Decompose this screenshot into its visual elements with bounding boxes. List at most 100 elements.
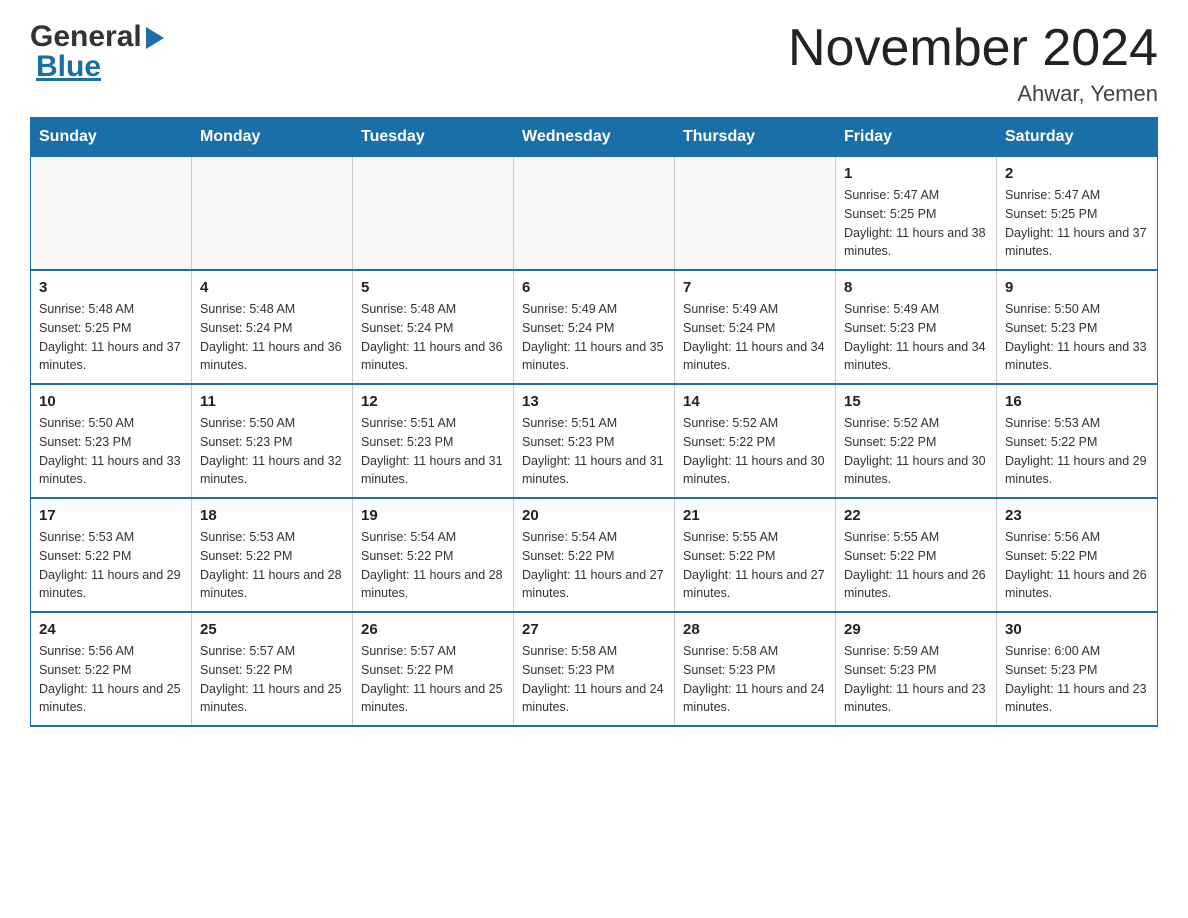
- day-info: Sunrise: 5:51 AM Sunset: 5:23 PM Dayligh…: [361, 414, 505, 489]
- calendar-cell: 6Sunrise: 5:49 AM Sunset: 5:24 PM Daylig…: [514, 270, 675, 384]
- day-number: 13: [522, 393, 666, 410]
- day-number: 21: [683, 507, 827, 524]
- calendar-week-row: 24 Sunrise: 5:56 AM Sunset: 5:22 PM Dayli…: [31, 612, 1158, 726]
- day-number: 8: [844, 279, 988, 296]
- day-info: Sunrise: 5:48 AM Sunset: 5:24 PM Dayligh…: [361, 300, 505, 375]
- day-info: Sunrise: 5:52 AM Sunset: 5:22 PM Dayligh…: [683, 414, 827, 489]
- day-number: 18: [200, 507, 344, 524]
- day-number: 29: [844, 621, 988, 638]
- calendar-cell: 29 Sunrise: 5:59 AM Sunset: 5:23 PM Dayli…: [836, 612, 997, 726]
- calendar-cell: [675, 157, 836, 271]
- day-number: 11: [200, 393, 344, 410]
- day-number: 23: [1005, 507, 1149, 524]
- day-info: Sunrise: 5:50 AM Sunset: 5:23 PM Dayligh…: [1005, 300, 1149, 375]
- day-info: Sunrise: 5:58 AM Sunset: 5:23 PM Dayligh…: [683, 642, 827, 717]
- calendar-week-row: 1 Sunrise: 5:47 AM Sunset: 5:25 PM Daylig…: [31, 157, 1158, 271]
- calendar-cell: 22 Sunrise: 5:55 AM Sunset: 5:22 PM Dayli…: [836, 498, 997, 612]
- day-info: Sunrise: 5:54 AM Sunset: 5:22 PM Dayligh…: [522, 528, 666, 603]
- day-number: 27: [522, 621, 666, 638]
- day-info: Sunrise: 5:50 AM Sunset: 5:23 PM Dayligh…: [39, 414, 183, 489]
- day-number: 22: [844, 507, 988, 524]
- calendar-cell: 25 Sunrise: 5:57 AM Sunset: 5:22 PM Dayli…: [192, 612, 353, 726]
- calendar-cell: [353, 157, 514, 271]
- day-info: Sunrise: 5:58 AM Sunset: 5:23 PM Dayligh…: [522, 642, 666, 717]
- calendar-cell: 10Sunrise: 5:50 AM Sunset: 5:23 PM Dayli…: [31, 384, 192, 498]
- calendar-cell: 7 Sunrise: 5:49 AM Sunset: 5:24 PM Daylig…: [675, 270, 836, 384]
- day-info: Sunrise: 5:53 AM Sunset: 5:22 PM Dayligh…: [1005, 414, 1149, 489]
- calendar-cell: 20 Sunrise: 5:54 AM Sunset: 5:22 PM Dayli…: [514, 498, 675, 612]
- calendar-cell: 11Sunrise: 5:50 AM Sunset: 5:23 PM Dayli…: [192, 384, 353, 498]
- calendar-cell: 8 Sunrise: 5:49 AM Sunset: 5:23 PM Daylig…: [836, 270, 997, 384]
- calendar-cell: 27 Sunrise: 5:58 AM Sunset: 5:23 PM Dayli…: [514, 612, 675, 726]
- day-info: Sunrise: 5:55 AM Sunset: 5:22 PM Dayligh…: [683, 528, 827, 603]
- calendar-header-row: SundayMondayTuesdayWednesdayThursdayFrid…: [31, 118, 1158, 157]
- calendar-cell: 17 Sunrise: 5:53 AM Sunset: 5:22 PM Dayli…: [31, 498, 192, 612]
- calendar-cell: 28 Sunrise: 5:58 AM Sunset: 5:23 PM Dayli…: [675, 612, 836, 726]
- calendar-cell: 5 Sunrise: 5:48 AM Sunset: 5:24 PM Daylig…: [353, 270, 514, 384]
- day-number: 25: [200, 621, 344, 638]
- calendar-cell: [192, 157, 353, 271]
- day-number: 3: [39, 279, 183, 296]
- day-number: 28: [683, 621, 827, 638]
- day-number: 12: [361, 393, 505, 410]
- day-header-tuesday: Tuesday: [353, 118, 514, 157]
- day-header-friday: Friday: [836, 118, 997, 157]
- day-number: 4: [200, 279, 344, 296]
- calendar-cell: 18 Sunrise: 5:53 AM Sunset: 5:22 PM Dayli…: [192, 498, 353, 612]
- day-info: Sunrise: 5:53 AM Sunset: 5:22 PM Dayligh…: [200, 528, 344, 603]
- logo-triangle-icon: [146, 27, 164, 49]
- day-number: 20: [522, 507, 666, 524]
- day-info: Sunrise: 5:51 AM Sunset: 5:23 PM Dayligh…: [522, 414, 666, 489]
- day-info: Sunrise: 5:55 AM Sunset: 5:22 PM Dayligh…: [844, 528, 988, 603]
- calendar-table: SundayMondayTuesdayWednesdayThursdayFrid…: [30, 117, 1158, 727]
- calendar-cell: 4 Sunrise: 5:48 AM Sunset: 5:24 PM Daylig…: [192, 270, 353, 384]
- day-number: 17: [39, 507, 183, 524]
- day-info: Sunrise: 5:49 AM Sunset: 5:23 PM Dayligh…: [844, 300, 988, 375]
- day-info: Sunrise: 5:54 AM Sunset: 5:22 PM Dayligh…: [361, 528, 505, 603]
- day-info: Sunrise: 5:47 AM Sunset: 5:25 PM Dayligh…: [1005, 186, 1149, 261]
- calendar-cell: 23 Sunrise: 5:56 AM Sunset: 5:22 PM Dayli…: [997, 498, 1158, 612]
- calendar-cell: 19Sunrise: 5:54 AM Sunset: 5:22 PM Dayli…: [353, 498, 514, 612]
- day-number: 14: [683, 393, 827, 410]
- logo-blue-text: Blue: [36, 50, 101, 84]
- day-info: Sunrise: 5:56 AM Sunset: 5:22 PM Dayligh…: [39, 642, 183, 717]
- calendar-cell: 16Sunrise: 5:53 AM Sunset: 5:22 PM Dayli…: [997, 384, 1158, 498]
- calendar-week-row: 17 Sunrise: 5:53 AM Sunset: 5:22 PM Dayli…: [31, 498, 1158, 612]
- day-number: 1: [844, 165, 988, 182]
- logo-line1: General: [30, 20, 164, 54]
- title-area: November 2024 Ahwar, Yemen: [788, 20, 1158, 107]
- day-number: 30: [1005, 621, 1149, 638]
- day-number: 5: [361, 279, 505, 296]
- day-info: Sunrise: 6:00 AM Sunset: 5:23 PM Dayligh…: [1005, 642, 1149, 717]
- day-info: Sunrise: 5:48 AM Sunset: 5:24 PM Dayligh…: [200, 300, 344, 375]
- day-number: 2: [1005, 165, 1149, 182]
- day-info: Sunrise: 5:57 AM Sunset: 5:22 PM Dayligh…: [361, 642, 505, 717]
- calendar-cell: 24 Sunrise: 5:56 AM Sunset: 5:22 PM Dayli…: [31, 612, 192, 726]
- day-header-saturday: Saturday: [997, 118, 1158, 157]
- day-number: 6: [522, 279, 666, 296]
- logo: General Blue: [30, 20, 164, 84]
- location: Ahwar, Yemen: [788, 81, 1158, 107]
- day-number: 7: [683, 279, 827, 296]
- day-header-wednesday: Wednesday: [514, 118, 675, 157]
- day-number: 24: [39, 621, 183, 638]
- day-info: Sunrise: 5:49 AM Sunset: 5:24 PM Dayligh…: [683, 300, 827, 375]
- day-info: Sunrise: 5:48 AM Sunset: 5:25 PM Dayligh…: [39, 300, 183, 375]
- day-info: Sunrise: 5:56 AM Sunset: 5:22 PM Dayligh…: [1005, 528, 1149, 603]
- calendar-cell: 3 Sunrise: 5:48 AM Sunset: 5:25 PM Daylig…: [31, 270, 192, 384]
- calendar-week-row: 10Sunrise: 5:50 AM Sunset: 5:23 PM Dayli…: [31, 384, 1158, 498]
- calendar-cell: [31, 157, 192, 271]
- day-info: Sunrise: 5:59 AM Sunset: 5:23 PM Dayligh…: [844, 642, 988, 717]
- day-info: Sunrise: 5:52 AM Sunset: 5:22 PM Dayligh…: [844, 414, 988, 489]
- calendar-cell: 2 Sunrise: 5:47 AM Sunset: 5:25 PM Daylig…: [997, 157, 1158, 271]
- day-header-thursday: Thursday: [675, 118, 836, 157]
- calendar-cell: 1Sunrise: 5:47 AM Sunset: 5:25 PM Daylig…: [836, 157, 997, 271]
- day-header-monday: Monday: [192, 118, 353, 157]
- calendar-cell: 9Sunrise: 5:50 AM Sunset: 5:23 PM Daylig…: [997, 270, 1158, 384]
- logo-general-text: General: [30, 20, 142, 54]
- day-info: Sunrise: 5:57 AM Sunset: 5:22 PM Dayligh…: [200, 642, 344, 717]
- calendar-cell: 13 Sunrise: 5:51 AM Sunset: 5:23 PM Dayli…: [514, 384, 675, 498]
- page-header: General Blue November 2024 Ahwar, Yemen: [30, 20, 1158, 107]
- logo-line2: Blue: [30, 50, 164, 84]
- day-info: Sunrise: 5:53 AM Sunset: 5:22 PM Dayligh…: [39, 528, 183, 603]
